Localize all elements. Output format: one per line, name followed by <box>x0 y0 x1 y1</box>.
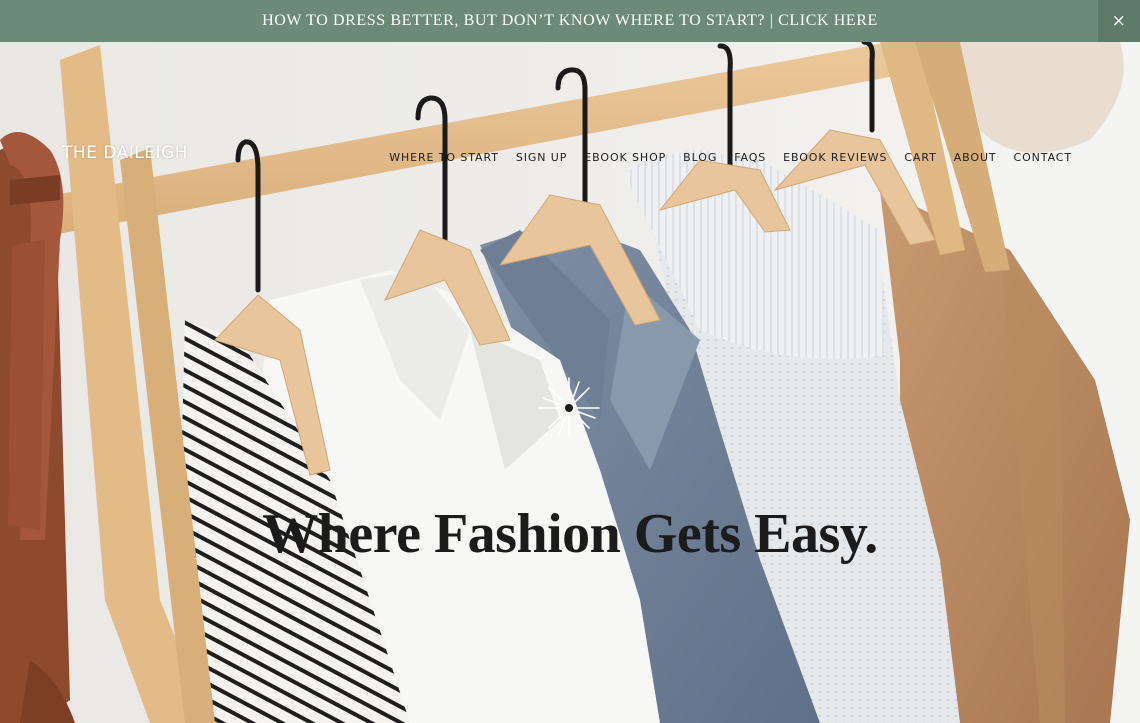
nav-link[interactable]: WHERE TO START <box>389 151 499 164</box>
nav-link[interactable]: CART <box>904 151 936 164</box>
nav-link[interactable]: SIGN UP <box>516 151 567 164</box>
nav-link[interactable]: ABOUT <box>954 151 997 164</box>
nav-item-blog[interactable]: BLOG <box>683 148 717 166</box>
sparkle-icon <box>538 377 600 437</box>
nav-item-ebook-reviews[interactable]: EBOOK REVIEWS <box>783 148 887 166</box>
nav-link[interactable]: FAQS <box>734 151 766 164</box>
nav-link[interactable]: EBOOK SHOP <box>584 151 666 164</box>
announcement-bar[interactable]: HOW TO DRESS BETTER, BUT DON’T KNOW WHER… <box>0 0 1140 42</box>
nav-link[interactable]: CONTACT <box>1014 151 1072 164</box>
site-logo[interactable]: THE DAILEIGH <box>62 143 188 163</box>
nav-item-contact[interactable]: CONTACT <box>1014 148 1072 166</box>
nav-link[interactable]: BLOG <box>683 151 717 164</box>
nav-item-cart[interactable]: CART <box>904 148 936 166</box>
hero-headline: Where Fashion Gets Easy. <box>262 503 878 565</box>
nav-link[interactable]: EBOOK REVIEWS <box>783 151 887 164</box>
close-icon: × <box>1111 11 1127 31</box>
nav-item-where-to-start[interactable]: WHERE TO START <box>389 148 499 166</box>
nav-item-faqs[interactable]: FAQS <box>734 148 766 166</box>
nav-item-ebook-shop[interactable]: EBOOK SHOP <box>584 148 666 166</box>
nav-item-sign-up[interactable]: SIGN UP <box>516 148 567 166</box>
announcement-link[interactable]: HOW TO DRESS BETTER, BUT DON’T KNOW WHER… <box>262 12 878 30</box>
close-announcement-button[interactable]: × <box>1098 0 1140 42</box>
main-nav: WHERE TO START SIGN UP EBOOK SHOP BLOG F… <box>389 148 1072 166</box>
nav-item-about[interactable]: ABOUT <box>954 148 997 166</box>
